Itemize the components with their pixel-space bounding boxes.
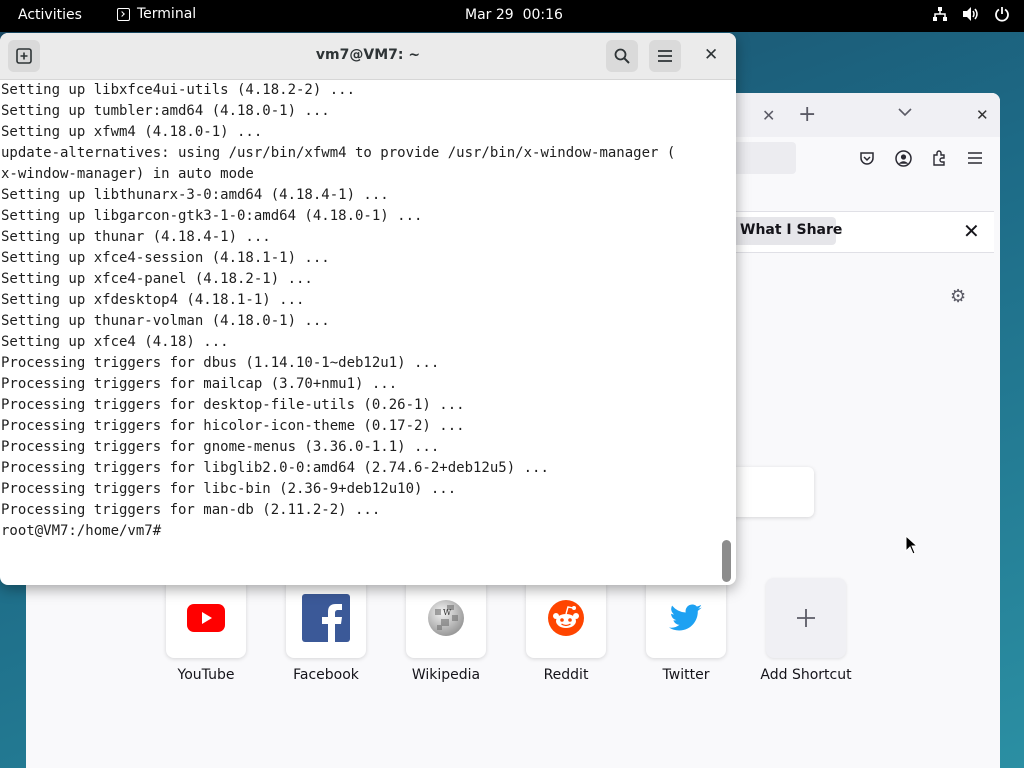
mouse-pointer-icon (905, 535, 919, 555)
terminal-output[interactable]: Setting up libxfce4ui-utils (4.18.2-2) .… (1, 80, 719, 580)
shortcut-tile[interactable] (286, 578, 366, 658)
terminal-header: vm7@VM7: ~ ✕ (0, 33, 736, 80)
terminal-line: Setting up xfwm4 (4.18.0-1) ... (1, 124, 263, 140)
terminal-line: Setting up xfce4 (4.18) ... (1, 334, 229, 350)
gear-icon[interactable]: ⚙ (950, 286, 966, 307)
shortcuts-grid: YouTube Facebook W Wikipedia Reddit Twit… (166, 578, 852, 683)
terminal-line: Processing triggers for mailcap (3.70+nm… (1, 376, 398, 392)
terminal-line: Setting up libthunarx-3-0:amd64 (4.18.4-… (1, 187, 389, 203)
svg-text:W: W (443, 608, 452, 617)
shortcut-label: Facebook (293, 667, 359, 683)
shortcut-tile[interactable] (766, 578, 846, 658)
scrollbar[interactable] (722, 540, 731, 582)
reddit-icon (548, 600, 584, 636)
youtube-icon (187, 604, 225, 632)
terminal-line: Setting up xfdesktop4 (4.18.1-1) ... (1, 292, 305, 308)
terminal-line: update-alternatives: using /usr/bin/xfwm… (1, 145, 676, 161)
terminal-line: Processing triggers for libc-bin (2.36-9… (1, 481, 457, 497)
terminal-line: Processing triggers for libglib2.0-0:amd… (1, 460, 549, 476)
menu-button[interactable] (649, 40, 681, 72)
twitter-icon (669, 604, 702, 631)
app-menu[interactable]: Terminal (117, 6, 196, 22)
wikipedia-icon: W (428, 600, 464, 636)
account-icon[interactable] (894, 149, 912, 167)
window-close-icon[interactable]: ✕ (976, 106, 989, 124)
terminal-line: Setting up thunar-volman (4.18.0-1) ... (1, 313, 330, 329)
close-icon[interactable]: ✕ (704, 45, 718, 65)
notice-close-icon[interactable]: ✕ (963, 219, 980, 243)
pocket-icon[interactable] (858, 149, 876, 167)
terminal-window: vm7@VM7: ~ ✕ Setting up libxfce4ui-utils… (0, 33, 736, 585)
shortcut-reddit[interactable]: Reddit (526, 578, 606, 683)
plus-icon (797, 609, 815, 627)
clock[interactable]: Mar 29 00:16 (465, 7, 563, 23)
new-tab-icon[interactable]: + (798, 102, 816, 127)
search-button[interactable] (606, 40, 638, 72)
terminal-line: Processing triggers for desktop-file-uti… (1, 397, 465, 413)
terminal-line: Setting up libxfce4ui-utils (4.18.2-2) .… (1, 82, 356, 98)
terminal-line: Processing triggers for hicolor-icon-the… (1, 418, 465, 434)
shortcut-tile[interactable] (166, 578, 246, 658)
activities-button[interactable]: Activities (18, 7, 82, 23)
menu-icon[interactable] (966, 149, 984, 167)
tab-list-chevron-icon[interactable] (898, 105, 912, 121)
shortcut-youtube[interactable]: YouTube (166, 578, 246, 683)
shortcut-tile[interactable]: W (406, 578, 486, 658)
terminal-line: Setting up tumbler:amd64 (4.18.0-1) ... (1, 103, 330, 119)
shortcut-label: Wikipedia (411, 667, 481, 683)
shortcut-tile[interactable] (526, 578, 606, 658)
app-name: Terminal (137, 6, 197, 22)
facebook-icon (302, 594, 350, 642)
terminal-line: Processing triggers for gnome-menus (3.3… (1, 439, 440, 455)
search-box[interactable] (726, 467, 814, 517)
shortcut-add[interactable]: Add Shortcut (760, 578, 852, 683)
volume-icon (963, 7, 978, 21)
shortcut-tile[interactable] (646, 578, 726, 658)
terminal-line: Setting up xfce4-panel (4.18.2-1) ... (1, 271, 313, 287)
shortcut-twitter[interactable]: Twitter (646, 578, 726, 683)
terminal-line: Setting up xfce4-session (4.18.1-1) ... (1, 250, 330, 266)
shortcut-label: YouTube (177, 667, 235, 683)
terminal-line: x-window-manager) in auto mode (1, 166, 254, 182)
search-icon (614, 48, 630, 64)
terminal-line: root@VM7:/home/vm7# (1, 523, 162, 539)
terminal-line: Processing triggers for dbus (1.14.10-1~… (1, 355, 440, 371)
extensions-icon[interactable] (930, 149, 948, 167)
hamburger-icon (658, 50, 672, 62)
terminal-line: Processing triggers for man-db (2.11.2-2… (1, 502, 381, 518)
shortcut-facebook[interactable]: Facebook (286, 578, 366, 683)
network-icon (933, 7, 947, 21)
shortcut-wikipedia[interactable]: W Wikipedia (406, 578, 486, 683)
power-icon (995, 7, 1009, 22)
terminal-line: Setting up thunar (4.18.4-1) ... (1, 229, 271, 245)
system-tray[interactable] (932, 6, 1010, 22)
terminal-line: Setting up libgarcon-gtk3-1-0:amd64 (4.1… (1, 208, 423, 224)
shortcut-label: Reddit (543, 667, 589, 683)
tab-close-icon[interactable]: ✕ (762, 106, 775, 125)
shortcut-label: Add Shortcut (760, 667, 852, 683)
toolbar-icons (858, 149, 984, 167)
terminal-icon (117, 7, 130, 21)
top-bar: Activities Terminal Mar 29 00:16 (0, 0, 1024, 32)
notice-button-label[interactable]: What I Share (740, 222, 842, 238)
shortcut-label: Twitter (662, 667, 710, 683)
